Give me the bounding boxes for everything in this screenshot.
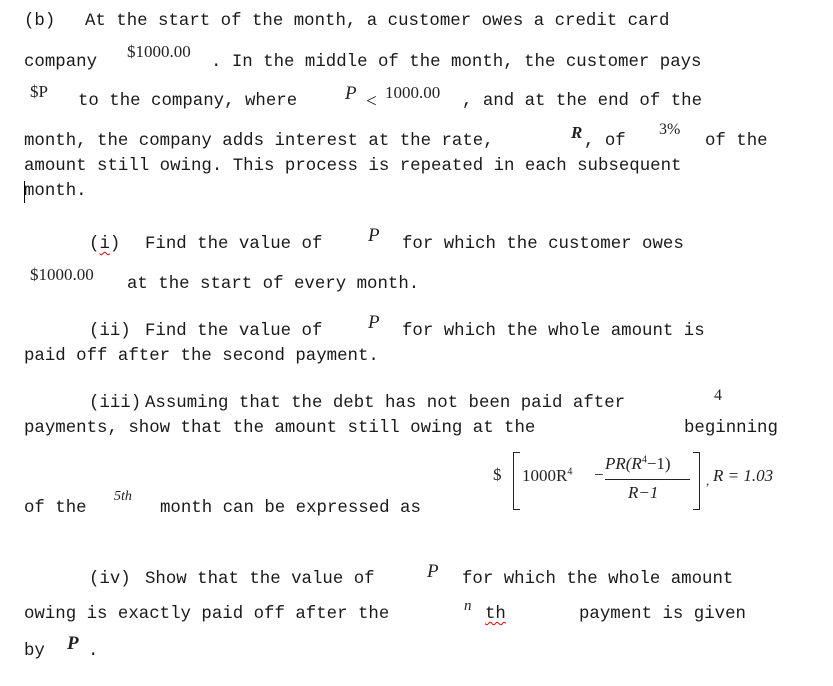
- formula-comma: ,: [706, 473, 710, 488]
- formula-term1: 1000R4: [522, 467, 572, 484]
- formula-fraction-bar: [605, 479, 690, 481]
- formula-numerator-text: PR(R: [605, 454, 642, 473]
- intro-line-6: month.: [24, 182, 87, 201]
- formula-denominator: R−1: [628, 483, 659, 502]
- part-ii-label: (ii): [89, 322, 131, 341]
- part-iii-text-b: payments, show that the amount still owi…: [24, 419, 536, 438]
- part-i-label-letter: i: [99, 235, 110, 254]
- intro-line-3a: to the company, where: [78, 92, 298, 111]
- formula-numerator: PR(R4−1): [605, 455, 671, 472]
- part-iv-period: .: [88, 642, 99, 661]
- part-iii-payment-count: 4: [714, 387, 722, 404]
- intro-line-3b: , and at the end of the: [462, 92, 703, 111]
- part-iv-text-e: by: [24, 642, 45, 661]
- formula-condition: R = 1.03: [713, 466, 774, 485]
- part-i-text-a: Find the value of: [145, 235, 323, 254]
- limit-value: 1000.00: [385, 83, 441, 102]
- part-iii-text-e: month can be expressed as: [160, 499, 421, 518]
- amount-owed: $1000.00: [127, 42, 191, 61]
- payment-var: $P: [30, 83, 48, 100]
- formula-left-bracket: [513, 452, 520, 510]
- part-iv-result-var: P: [67, 633, 79, 654]
- interest-rate: 3%: [659, 121, 681, 138]
- formula-numerator-tail: −1): [646, 454, 671, 473]
- intro-line-2b: . In the middle of the month, the custom…: [211, 53, 702, 72]
- part-ii-text-b: for which the whole amount is: [402, 322, 705, 341]
- formula-term1-text: 1000R: [522, 466, 568, 485]
- intro-line-1: At the start of the month, a customer ow…: [85, 12, 670, 31]
- var-r: R: [571, 123, 583, 142]
- part-ii-text-c: paid off after the second payment.: [24, 347, 379, 366]
- intro-line-2a: company: [24, 53, 98, 72]
- part-i-var-p: P: [368, 225, 380, 246]
- part-ii-var-p: P: [368, 312, 380, 333]
- formula-right-bracket: [693, 452, 700, 510]
- part-iii-text-d: of the: [24, 499, 87, 518]
- part-iii-text-c: beginning: [684, 419, 778, 438]
- part-iv-text-b: for which the whole amount: [462, 570, 734, 589]
- intro-line-4c: of the: [705, 132, 768, 151]
- formula-currency: $: [493, 465, 502, 484]
- intro-line-4a: month, the company adds interest at the …: [24, 132, 494, 151]
- formula-minus: −: [594, 465, 604, 484]
- part-i-text-c: at the start of every month.: [127, 275, 420, 294]
- part-iii-text-a: Assuming that the debt has not been paid…: [145, 394, 626, 413]
- intro-line-4b: , of: [584, 132, 626, 151]
- part-iv-var-p: P: [427, 561, 439, 582]
- part-ii-text-a: Find the value of: [145, 322, 323, 341]
- var-p: P: [345, 83, 357, 104]
- part-i-label: (i): [89, 235, 121, 254]
- text-cursor: [24, 181, 25, 203]
- less-than-sign: <: [366, 91, 377, 112]
- intro-line-5: amount still owing. This process is repe…: [24, 157, 682, 176]
- part-b-label: (b): [24, 12, 56, 31]
- part-iv-text-d: payment is given: [579, 605, 746, 624]
- part-i-text-b: for which the customer owes: [402, 235, 684, 254]
- part-iv-th: th: [485, 605, 506, 624]
- part-i-amount: $1000.00: [30, 265, 94, 284]
- formula-term1-exponent: 4: [567, 466, 573, 478]
- part-iv-n: n: [464, 598, 472, 614]
- part-iii-label: (iii): [89, 394, 142, 413]
- part-iii-month-ordinal: 5th: [114, 489, 132, 504]
- part-iv-text-c: owing is exactly paid off after the: [24, 605, 390, 624]
- part-iv-label: (iv): [89, 570, 131, 589]
- payment-var-text: $P: [30, 82, 48, 101]
- part-iv-text-a: Show that the value of: [145, 570, 375, 589]
